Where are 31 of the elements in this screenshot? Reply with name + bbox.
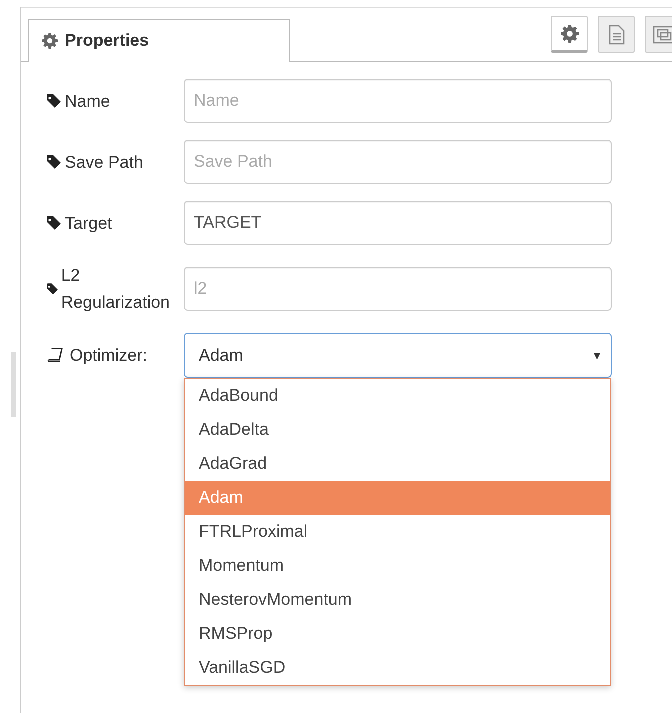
dropdown-option[interactable]: AdaDelta xyxy=(185,413,610,447)
input-field[interactable]: Save Path xyxy=(184,140,612,184)
document-tab-button[interactable] xyxy=(598,16,635,53)
tag-icon xyxy=(47,94,64,108)
gear-icon xyxy=(42,33,58,49)
dropdown-option[interactable]: Momentum xyxy=(185,549,610,583)
dropdown-option[interactable]: AdaGrad xyxy=(185,447,610,481)
properties-tab[interactable]: Properties xyxy=(28,19,290,62)
field-label: Save Path xyxy=(65,152,144,174)
frame-icon xyxy=(652,24,672,44)
dropdown-option[interactable]: NesterovMomentum xyxy=(185,583,610,617)
field-label: Name xyxy=(65,90,110,112)
input-field[interactable]: Name xyxy=(184,79,612,123)
tag-icon xyxy=(47,216,64,230)
gear-tab-button[interactable] xyxy=(551,16,588,53)
caret-icon: ▾ xyxy=(594,346,601,366)
field-label: Target xyxy=(65,212,112,234)
dropdown-option[interactable]: RMSProp xyxy=(185,617,610,651)
tag-icon xyxy=(47,282,60,296)
frame-tab-button[interactable] xyxy=(645,16,672,53)
tag-icon xyxy=(47,154,64,170)
document-icon xyxy=(608,24,624,44)
input-field[interactable]: l2 xyxy=(184,267,612,311)
gear-icon xyxy=(560,24,578,42)
field-label: Optimizer: xyxy=(70,345,148,367)
dropdown-option[interactable]: FTRLProximal xyxy=(185,515,610,549)
dropdown-option[interactable]: AdaBound xyxy=(185,379,610,413)
dropdown-select[interactable]: Adam ▾ xyxy=(184,333,612,378)
field-label: L2 Regularization xyxy=(61,265,170,314)
input-field[interactable]: TARGET xyxy=(184,201,612,245)
dropdown-option[interactable]: VanillaSGD xyxy=(185,651,610,685)
